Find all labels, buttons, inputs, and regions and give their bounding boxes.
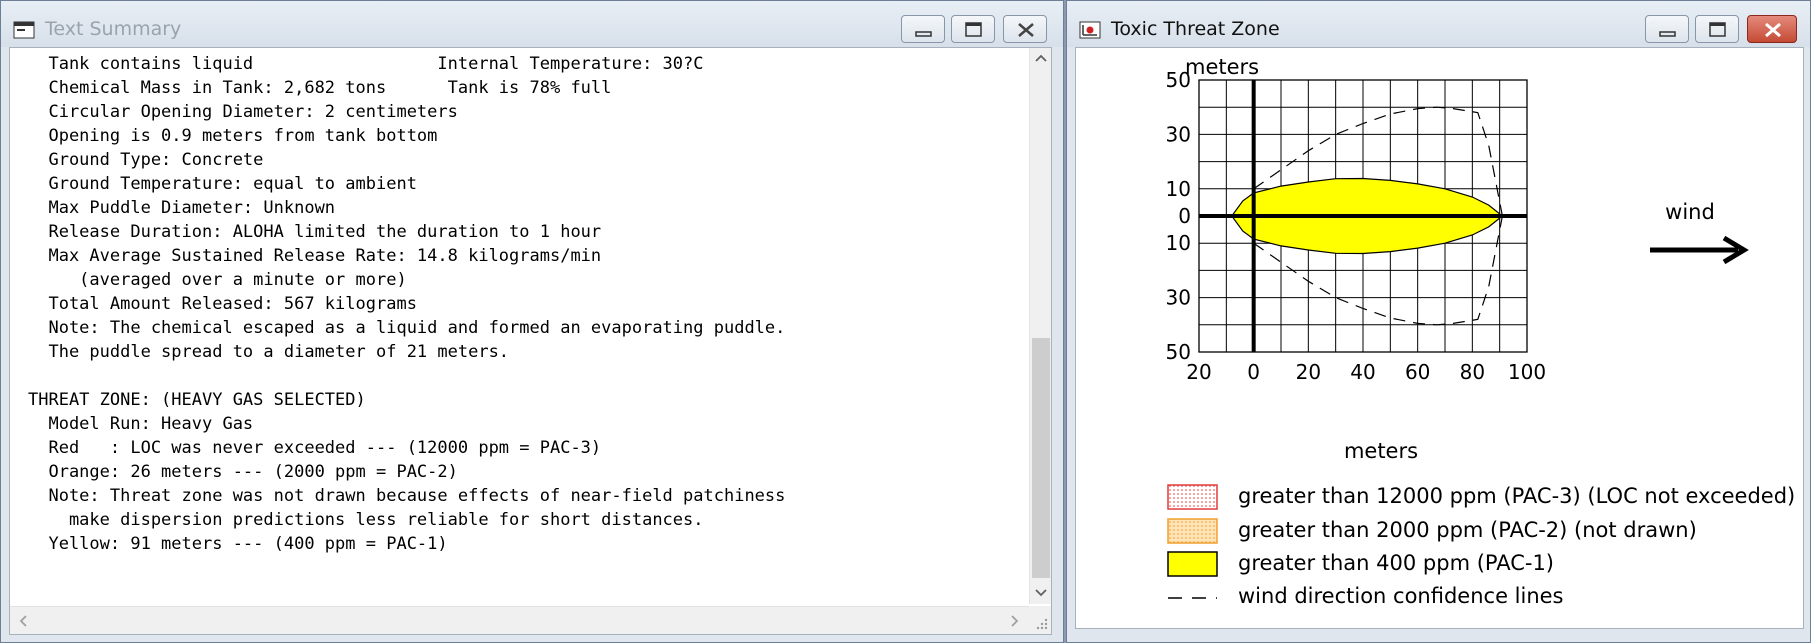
summary-line: Yellow: 91 meters --- (400 ppm = PAC-1) [28, 534, 448, 554]
text-summary-titlebar[interactable]: Text Summary [1, 1, 1063, 47]
legend-label-confidence: wind direction confidence lines [1238, 584, 1564, 608]
maximize-icon [1709, 22, 1726, 37]
horizontal-scrollbar[interactable] [10, 606, 1031, 634]
summary-line: Max Puddle Diameter: Unknown [28, 198, 336, 218]
vertical-scrollbar[interactable] [1029, 48, 1051, 604]
close-icon [1765, 22, 1781, 38]
summary-line: Tank contains liquid Internal Temperatur… [28, 54, 704, 74]
summary-line: Ground Temperature: equal to ambient [28, 174, 417, 194]
summary-text-content: Tank contains liquid Internal Temperatur… [28, 52, 785, 556]
summary-line: Chemical Mass in Tank: 2,682 tons Tank i… [28, 78, 612, 98]
resize-grip-icon [1036, 618, 1048, 630]
text-summary-title: Text Summary [45, 18, 182, 40]
y-tick-label: 10 [1166, 177, 1191, 201]
x-tick-label: 60 [1405, 360, 1430, 384]
x-tick-label: 40 [1350, 360, 1375, 384]
y-tick-label: 30 [1166, 122, 1191, 146]
resize-grip[interactable] [1029, 606, 1051, 634]
maximize-icon [965, 22, 982, 37]
legend-item-pac3: greater than 12000 ppm (PAC-3) (LOC not … [1167, 484, 1795, 510]
summary-line: Note: Threat zone was not drawn because … [28, 486, 786, 506]
scroll-right-icon[interactable] [1010, 615, 1020, 627]
minimize-button[interactable] [901, 15, 945, 43]
wind-label: wind [1665, 200, 1715, 224]
scroll-left-icon[interactable] [18, 615, 28, 627]
summary-line: Opening is 0.9 meters from tank bottom [28, 126, 438, 146]
summary-line: Total Amount Released: 567 kilograms [28, 294, 417, 314]
summary-text-area[interactable]: Tank contains liquid Internal Temperatur… [9, 47, 1052, 635]
summary-line: Red : LOC was never exceeded --- (12000 … [28, 438, 602, 458]
legend: greater than 12000 ppm (PAC-3) (LOC not … [1167, 484, 1795, 608]
close-button[interactable] [1003, 15, 1047, 43]
threat-zone-chart: meters 20 0 20 40 60 80 1005030100103050 meter… [1166, 55, 1796, 608]
threat-zone-plot-area: meters 20 0 20 40 60 80 100 50 30 10 0 10 30 50 meter… [1075, 47, 1804, 629]
text-summary-window: Text Summary Tank contains liquid Intern… [0, 0, 1064, 643]
summary-line: make dispersion predictions less reliabl… [28, 510, 704, 530]
legend-item-confidence: wind direction confidence lines [1168, 584, 1564, 608]
tz-minimize-button[interactable] [1645, 15, 1689, 43]
close-icon [1018, 23, 1034, 37]
y-tick-label: 10 [1166, 231, 1191, 255]
threat-zone-titlebar[interactable]: Toxic Threat Zone [1067, 1, 1810, 47]
threat-zone-title: Toxic Threat Zone [1111, 18, 1280, 40]
wind-arrow-icon [1650, 235, 1749, 265]
y-tick-label: 50 [1166, 340, 1191, 364]
summary-line: Model Run: Heavy Gas [28, 414, 254, 434]
summary-line: THREAT ZONE: (HEAVY GAS SELECTED) [28, 390, 366, 410]
legend-item-pac1: greater than 400 ppm (PAC-1) [1167, 551, 1554, 577]
tz-close-button[interactable] [1747, 15, 1797, 43]
legend-item-pac2: greater than 2000 ppm (PAC-2) (not drawn… [1167, 518, 1697, 544]
scroll-up-icon[interactable] [1035, 53, 1047, 63]
x-tick-label: 80 [1460, 360, 1485, 384]
summary-line: Note: The chemical escaped as a liquid a… [28, 318, 786, 338]
legend-swatch-red-dotted [1167, 484, 1218, 510]
summary-line: Ground Type: Concrete [28, 150, 264, 170]
y-tick-label: 0 [1178, 204, 1191, 228]
summary-line: Max Average Sustained Release Rate: 14.8… [28, 246, 602, 266]
legend-swatch-orange-dotted [1167, 518, 1218, 544]
toxic-threat-zone-window: Toxic Threat Zone meters 20 0 20 40 60 80 100 5… [1066, 0, 1811, 643]
x-tick-label: 20 [1296, 360, 1321, 384]
legend-swatch-yellow-solid [1167, 551, 1218, 577]
x-tick-label: 0 [1247, 360, 1260, 384]
minimize-icon [1659, 31, 1676, 37]
legend-label-pac3: greater than 12000 ppm (PAC-3) (LOC not … [1238, 484, 1795, 508]
y-axis-label: meters [1185, 55, 1259, 79]
scroll-down-icon[interactable] [1035, 588, 1047, 598]
summary-window-icon [13, 21, 35, 39]
summary-line: Orange: 26 meters --- (2000 ppm = PAC-2) [28, 462, 458, 482]
summary-line [28, 364, 785, 388]
summary-line: Release Duration: ALOHA limited the dura… [28, 222, 602, 242]
y-tick-label: 50 [1166, 68, 1191, 92]
maximize-button[interactable] [951, 15, 995, 43]
summary-line: (averaged over a minute or more) [28, 270, 407, 290]
summary-line: Circular Opening Diameter: 2 centimeters [28, 102, 458, 122]
summary-line: The puddle spread to a diameter of 21 me… [28, 342, 510, 362]
vertical-scroll-thumb[interactable] [1032, 338, 1050, 578]
y-tick-label: 30 [1166, 286, 1191, 310]
legend-label-pac1: greater than 400 ppm (PAC-1) [1238, 551, 1554, 575]
legend-label-pac2: greater than 2000 ppm (PAC-2) (not drawn… [1238, 518, 1697, 542]
tz-maximize-button[interactable] [1695, 15, 1739, 43]
x-tick-label: 100 [1508, 360, 1546, 384]
minimize-icon [915, 31, 932, 37]
x-axis-label: meters [1344, 439, 1418, 463]
threat-zone-window-icon [1079, 21, 1101, 39]
